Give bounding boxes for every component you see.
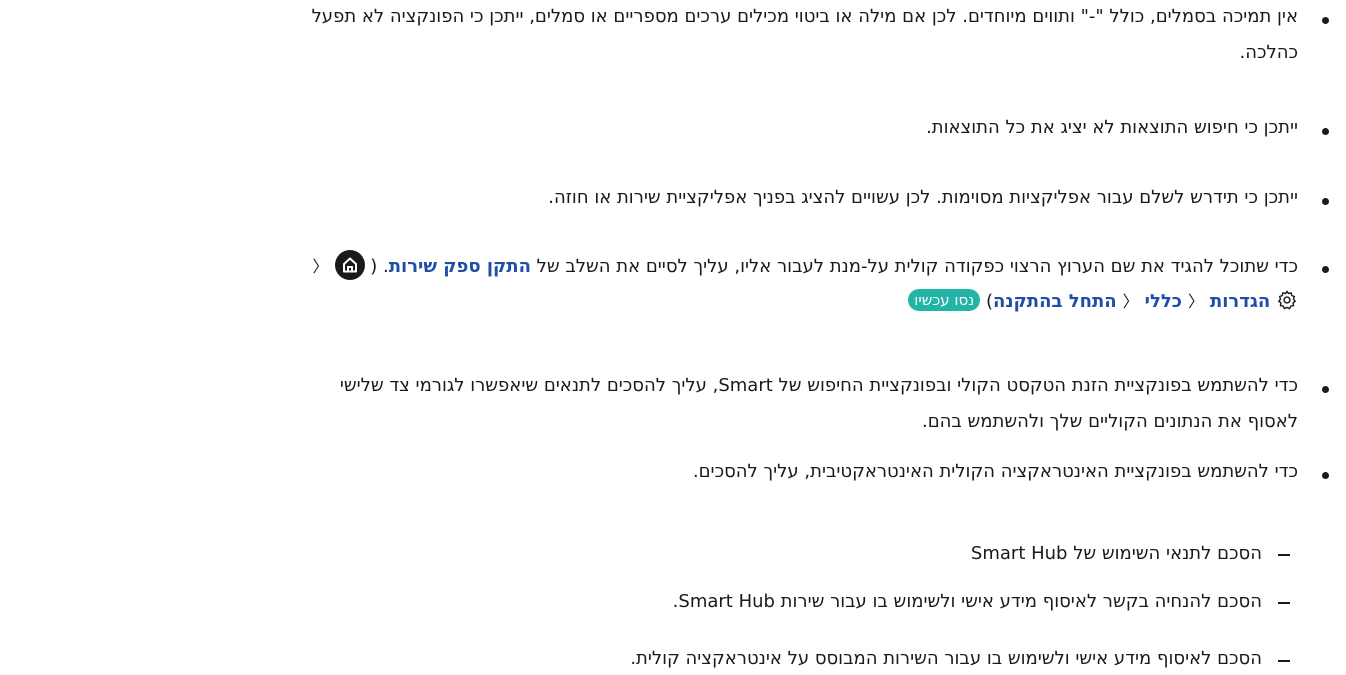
bullet-marker	[1322, 386, 1329, 393]
bullet-6-text: כדי להשתמש בפונקציית האינטראקציה הקולית …	[692, 461, 1298, 482]
bullet-2-text: ייתכן כי חיפוש התוצאות לא יציג את כל התו…	[926, 117, 1298, 138]
install-service-provider-link[interactable]: התקן ספק שירות	[389, 256, 531, 277]
bullet-marker	[1322, 472, 1329, 479]
bullet-4-prefix: כדי שתוכל להגיד את שם הערוץ הרצוי כפקודה…	[530, 256, 1298, 277]
chevron-left-icon: 〈	[1187, 292, 1204, 311]
bullet-3-text: ייתכן כי תידרש לשלם עבור אפליקציות מסוימ…	[548, 187, 1298, 208]
sub-item: הסכם לתנאי השימוש של Smart Hub	[970, 543, 1262, 564]
bullet-1-line-1: אין תמיכה בסמלים, כולל "-" ותווים מיוחדי…	[311, 6, 1298, 27]
bullet-marker	[1322, 198, 1329, 205]
document-page: אין תמיכה בסמלים, כולל "-" ותווים מיוחדי…	[0, 0, 1346, 675]
bullet-5-line-2: לאסוף את הנתונים הקוליים שלך ולהשתמש בהם…	[921, 411, 1298, 432]
gear-icon	[1276, 289, 1298, 311]
menu-path-start-setup[interactable]: התחל בהתקנה	[993, 291, 1117, 312]
home-icon	[334, 250, 365, 280]
menu-path-settings[interactable]: הגדרות	[1210, 291, 1270, 312]
bullet-4-after-link: . (	[370, 256, 389, 277]
chevron-left-icon: 〈	[312, 257, 329, 276]
dash-marker	[1278, 602, 1290, 604]
close-paren: )	[986, 291, 994, 312]
bullet-marker	[1322, 128, 1329, 135]
bullet-4-line-2: הגדרות 〈 כללי 〈 התחל בהתקנה) נסו עכשיו	[908, 288, 1298, 316]
dash-marker	[1278, 660, 1290, 662]
chevron-left-icon: 〈	[1122, 292, 1139, 311]
sub-item: הסכם לאיסוף מידע אישי ולשימוש בו עבור הש…	[630, 648, 1262, 669]
bullet-marker	[1322, 17, 1329, 24]
bullet-1-line-2: כהלכה.	[1239, 42, 1298, 63]
bullet-5-line-1: כדי להשתמש בפונקציית הזנת הטקסט הקולי וב…	[339, 375, 1298, 396]
sub-item: הסכם להנחיה בקשר לאיסוף מידע אישי ולשימו…	[672, 591, 1262, 612]
menu-path-general[interactable]: כללי	[1145, 291, 1182, 312]
bullet-4-line-1: כדי שתוכל להגיד את שם הערוץ הרצוי כפקודה…	[307, 250, 1298, 280]
bullet-marker	[1322, 266, 1329, 273]
try-now-badge[interactable]: נסו עכשיו	[908, 289, 981, 311]
dash-marker	[1278, 554, 1290, 556]
